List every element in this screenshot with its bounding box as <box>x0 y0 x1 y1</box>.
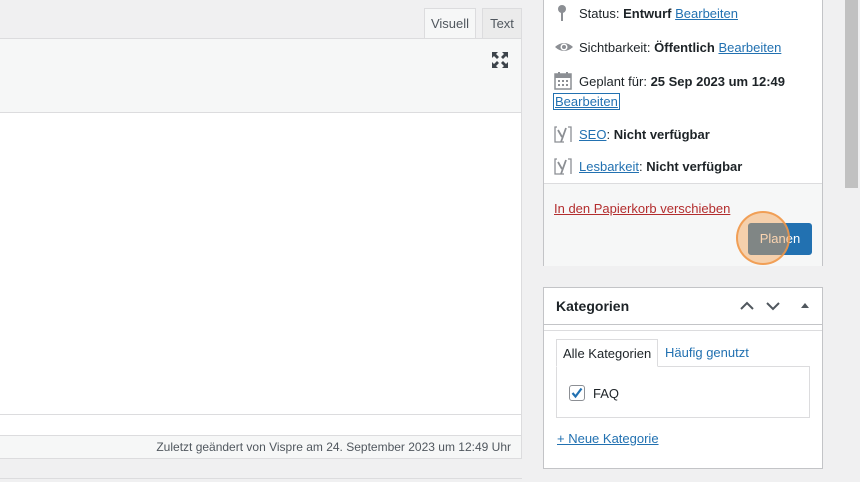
divider <box>544 330 822 331</box>
categories-header: Kategorien <box>544 288 822 325</box>
scheduled-value: 25 Sep 2023 um 12:49 <box>650 74 785 89</box>
click-highlight <box>736 211 790 265</box>
editor-tabs: Visuell Text <box>0 8 522 39</box>
triangle-up-icon[interactable] <box>796 297 814 315</box>
schedule-edit-link[interactable]: Bearbeiten <box>553 93 620 110</box>
add-category-link[interactable]: + Neue Kategorie <box>557 431 659 446</box>
category-checkbox[interactable] <box>569 385 585 401</box>
chevron-down-icon[interactable] <box>764 297 782 315</box>
editor-resize-handle[interactable] <box>0 414 522 436</box>
calendar-icon <box>554 72 574 90</box>
yoast-icon <box>554 157 574 175</box>
category-label: FAQ <box>593 386 620 401</box>
tab-popular-categories[interactable]: Häufig genutzt <box>665 345 749 360</box>
scheduled-label: Geplant für: <box>579 74 647 89</box>
tab-text[interactable]: Text <box>482 8 522 38</box>
trash-link[interactable]: In den Papierkorb verschieben <box>554 201 730 216</box>
readability-link[interactable]: Lesbarkeit <box>579 159 639 174</box>
categories-title: Kategorien <box>556 298 630 314</box>
visibility-value: Öffentlich <box>654 40 715 55</box>
seo-link[interactable]: SEO <box>579 127 606 142</box>
editor-toolbar <box>0 38 522 113</box>
pin-icon <box>554 4 574 22</box>
last-modified-status: Zuletzt geändert von Vispre am 24. Septe… <box>0 436 522 459</box>
scrollbar-thumb[interactable] <box>845 0 858 188</box>
editor-content-area[interactable] <box>0 113 522 414</box>
chevron-up-icon[interactable] <box>738 297 756 315</box>
tab-visual[interactable]: Visuell <box>424 8 476 39</box>
status-label: Status: <box>579 6 620 21</box>
yoast-icon <box>554 125 574 143</box>
visibility-label: Sichtbarkeit: <box>579 40 651 55</box>
divider <box>0 478 522 482</box>
seo-value: Nicht verfügbar <box>613 127 710 142</box>
status-edit-link[interactable]: Bearbeiten <box>675 6 738 21</box>
category-list: FAQ <box>556 366 810 418</box>
tab-all-categories[interactable]: Alle Kategorien <box>556 339 659 367</box>
visibility-edit-link[interactable]: Bearbeiten <box>718 40 781 55</box>
status-value: Entwurf <box>623 6 672 21</box>
eye-icon <box>554 38 574 56</box>
categories-box: Kategorien Alle Kategorien Häufig genutz… <box>543 287 823 469</box>
readability-value: Nicht verfügbar <box>646 159 743 174</box>
fullscreen-icon[interactable] <box>491 51 509 69</box>
